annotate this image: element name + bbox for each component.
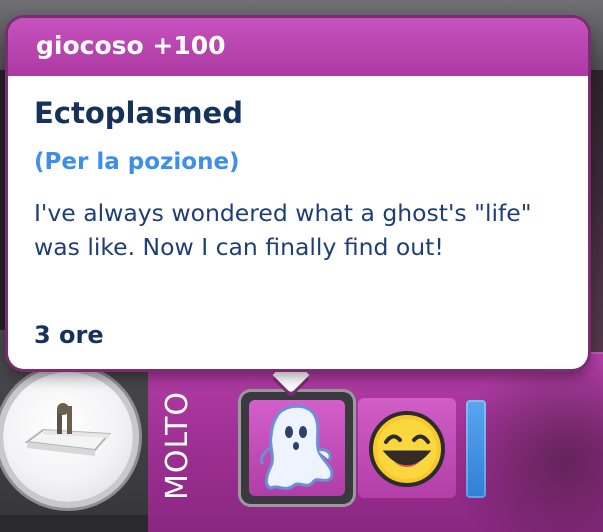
emotion-value: giocoso +100: [36, 31, 226, 60]
moodlet-source: (Per la pozione): [34, 149, 240, 175]
mood-meter-bar: [466, 400, 486, 498]
laughing-face-icon: [369, 411, 445, 487]
mood-label: MOLTO: [160, 390, 195, 500]
ghost-icon: [259, 404, 334, 490]
moodlet-duration: 3 ore: [34, 321, 104, 349]
tooltip-header: giocoso +100: [8, 18, 588, 76]
moodlet-happy[interactable]: [358, 398, 456, 498]
moodlet-ectoplasmed[interactable]: [241, 392, 353, 504]
moodlet-description: I've always wondered what a ghost's "lif…: [34, 199, 532, 261]
moodlet-title: Ectoplasmed: [34, 96, 243, 130]
moodlet-tooltip: giocoso +100 Ectoplasmed (Per la pozione…: [8, 18, 588, 369]
object-preview-button[interactable]: [3, 372, 133, 502]
bathtub-icon: [24, 403, 112, 456]
